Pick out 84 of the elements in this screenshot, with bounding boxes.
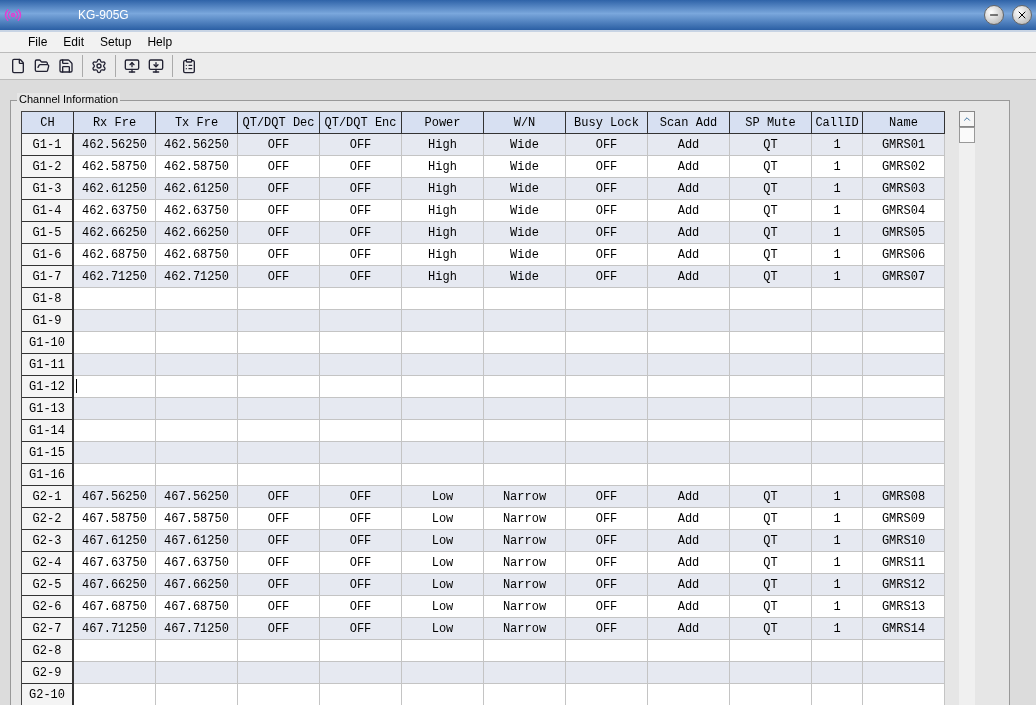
- minimize-button[interactable]: [984, 5, 1004, 25]
- table-row[interactable]: G1-4 462.63750 462.63750 OFF OFF High Wide OFF Add QT 1 GMRS04: [22, 200, 945, 222]
- column-header[interactable]: QT/DQT Enc: [320, 112, 402, 134]
- column-header[interactable]: Tx Fre: [156, 112, 238, 134]
- row-header[interactable]: G2-1: [22, 486, 74, 508]
- table-row[interactable]: G1-6 462.68750 462.68750 OFF OFF High Wide OFF Add QT 1 GMRS06: [22, 244, 945, 266]
- column-header[interactable]: CH: [22, 112, 74, 134]
- column-header[interactable]: Name: [863, 112, 945, 134]
- row-header[interactable]: G2-10: [22, 684, 74, 705]
- app-icon: [4, 6, 22, 24]
- group-title: Channel Information: [17, 93, 121, 105]
- row-header[interactable]: G2-2: [22, 508, 74, 530]
- table-row[interactable]: G2-6 467.68750 467.68750 OFF OFF Low Narrow OFF Add QT 1 GMRS13: [22, 596, 945, 618]
- table-row[interactable]: G2-1 467.56250 467.56250 OFF OFF Low Narrow OFF Add QT 1 GMRS08: [22, 486, 945, 508]
- column-header[interactable]: QT/DQT Dec: [238, 112, 320, 134]
- column-header[interactable]: Busy Lock: [566, 112, 648, 134]
- row-header[interactable]: G1-8: [22, 288, 74, 310]
- table-row[interactable]: G2-8: [22, 640, 945, 662]
- table-row[interactable]: G2-10: [22, 684, 945, 705]
- row-header[interactable]: G1-13: [22, 398, 74, 420]
- row-header[interactable]: G2-5: [22, 574, 74, 596]
- open-folder-icon: [34, 58, 50, 74]
- scrollbar[interactable]: [959, 111, 975, 705]
- row-header[interactable]: G1-4: [22, 200, 74, 222]
- menu-item[interactable]: Help: [141, 35, 179, 49]
- table-row[interactable]: G1-16: [22, 464, 945, 486]
- table-row[interactable]: G1-15: [22, 442, 945, 464]
- row-header[interactable]: G2-6: [22, 596, 74, 618]
- menu-item[interactable]: Edit: [57, 35, 91, 49]
- row-header[interactable]: G1-16: [22, 464, 74, 486]
- table-row[interactable]: G2-3 467.61250 467.61250 OFF OFF Low Narrow OFF Add QT 1 GMRS10: [22, 530, 945, 552]
- monitor-arrow-icon: [124, 58, 140, 74]
- table-row[interactable]: G2-4 467.63750 467.63750 OFF OFF Low Narrow OFF Add QT 1 GMRS11: [22, 552, 945, 574]
- table-row[interactable]: G1-11: [22, 354, 945, 376]
- table-row[interactable]: G2-7 467.71250 467.71250 OFF OFF Low Narrow OFF Add QT 1 GMRS14: [22, 618, 945, 640]
- table-row[interactable]: G1-10: [22, 332, 945, 354]
- column-header[interactable]: W/N: [484, 112, 566, 134]
- new-file-icon: [10, 58, 26, 74]
- table-row[interactable]: G1-14: [22, 420, 945, 442]
- table-row[interactable]: G1-2 462.58750 462.58750 OFF OFF High Wide OFF Add QT 1 GMRS02: [22, 156, 945, 178]
- save-icon: [58, 58, 74, 74]
- row-header[interactable]: G1-2: [22, 156, 74, 178]
- row-header[interactable]: G1-12: [22, 376, 74, 398]
- table-row[interactable]: G1-3 462.61250 462.61250 OFF OFF High Wide OFF Add QT 1 GMRS03: [22, 178, 945, 200]
- close-button[interactable]: [1012, 5, 1032, 25]
- row-header[interactable]: G1-9: [22, 310, 74, 332]
- scroll-thumb[interactable]: [959, 127, 975, 143]
- row-header[interactable]: G2-8: [22, 640, 74, 662]
- table-row[interactable]: G2-2 467.58750 467.58750 OFF OFF Low Narrow OFF Add QT 1 GMRS09: [22, 508, 945, 530]
- window-title: KG-905G: [78, 8, 130, 22]
- monitor-arrow-icon: [148, 58, 164, 74]
- row-header[interactable]: G1-1: [22, 134, 74, 156]
- table-row[interactable]: G1-9: [22, 310, 945, 332]
- table-row[interactable]: G1-8: [22, 288, 945, 310]
- row-header[interactable]: G1-10: [22, 332, 74, 354]
- row-header[interactable]: G1-14: [22, 420, 74, 442]
- column-header[interactable]: CallID: [812, 112, 863, 134]
- column-header[interactable]: Scan Add: [648, 112, 730, 134]
- table-row[interactable]: G1-12: [22, 376, 945, 398]
- table-row[interactable]: G1-13: [22, 398, 945, 420]
- table-row[interactable]: G2-9: [22, 662, 945, 684]
- row-header[interactable]: G2-4: [22, 552, 74, 574]
- menu-item[interactable]: Setup: [94, 35, 138, 49]
- column-header[interactable]: Rx Fre: [74, 112, 156, 134]
- row-header[interactable]: G1-15: [22, 442, 74, 464]
- scroll-up-button[interactable]: [959, 111, 975, 127]
- gear-icon: [91, 58, 107, 74]
- table-row[interactable]: G1-5 462.66250 462.66250 OFF OFF High Wide OFF Add QT 1 GMRS05: [22, 222, 945, 244]
- row-header[interactable]: G1-3: [22, 178, 74, 200]
- row-header[interactable]: G2-9: [22, 662, 74, 684]
- table-row[interactable]: G1-1 462.56250 462.56250 OFF OFF High Wide OFF Add QT 1 GMRS01: [22, 134, 945, 156]
- row-header[interactable]: G2-7: [22, 618, 74, 640]
- close-icon: [1016, 9, 1028, 21]
- table-row[interactable]: G2-5 467.66250 467.66250 OFF OFF Low Narrow OFF Add QT 1 GMRS12: [22, 574, 945, 596]
- menu-item[interactable]: File: [22, 35, 54, 49]
- row-header[interactable]: G1-6: [22, 244, 74, 266]
- clipboard-icon: [181, 58, 197, 74]
- column-header[interactable]: SP Mute: [730, 112, 812, 134]
- row-header[interactable]: G1-5: [22, 222, 74, 244]
- row-header[interactable]: G2-3: [22, 530, 74, 552]
- table-row[interactable]: G1-7 462.71250 462.71250 OFF OFF High Wide OFF Add QT 1 GMRS07: [22, 266, 945, 288]
- row-header[interactable]: G1-11: [22, 354, 74, 376]
- row-header[interactable]: G1-7: [22, 266, 74, 288]
- column-header[interactable]: Power: [402, 112, 484, 134]
